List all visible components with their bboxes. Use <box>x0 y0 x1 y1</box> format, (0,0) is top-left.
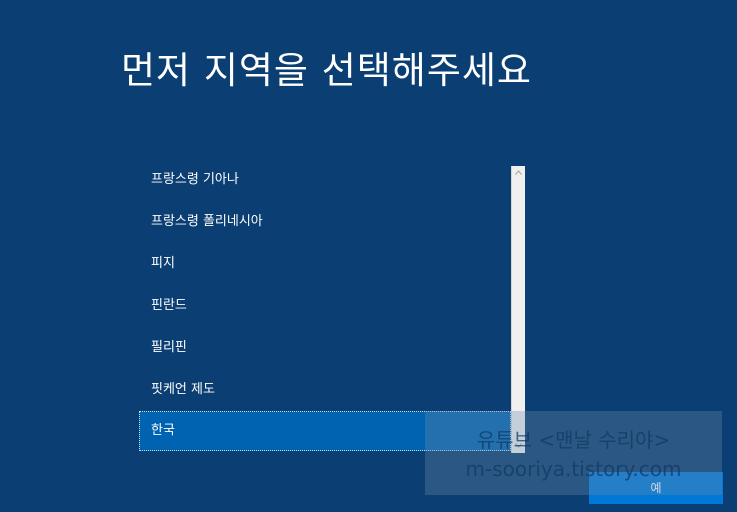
watermark-url-text: m-sooriya.tistory.com <box>465 457 682 481</box>
list-item-region[interactable]: 피지 <box>139 244 511 284</box>
list-scrollbar[interactable] <box>511 166 525 453</box>
list-item-region[interactable]: 필리핀 <box>139 328 511 368</box>
list-item-region[interactable]: 핀란드 <box>139 286 511 326</box>
scroll-up-button[interactable] <box>512 166 525 180</box>
chevron-up-icon <box>515 170 522 175</box>
list-item-region[interactable]: 프랑스령 기아나 <box>139 160 511 200</box>
watermark-channel-text: 유튜브 <맨날 수리야> <box>476 428 671 452</box>
region-list[interactable]: 프랑스령 기아나 프랑스령 폴리네시아 피지 핀란드 필리핀 핏케언 제도 한국 <box>139 160 511 453</box>
page-title: 먼저 지역을 선택해주세요 <box>121 49 532 92</box>
list-item-region[interactable]: 핏케언 제도 <box>139 370 511 410</box>
watermark-overlay: 유튜브 <맨날 수리야> m-sooriya.tistory.com <box>425 411 722 495</box>
list-item-region[interactable]: 프랑스령 폴리네시아 <box>139 202 511 242</box>
